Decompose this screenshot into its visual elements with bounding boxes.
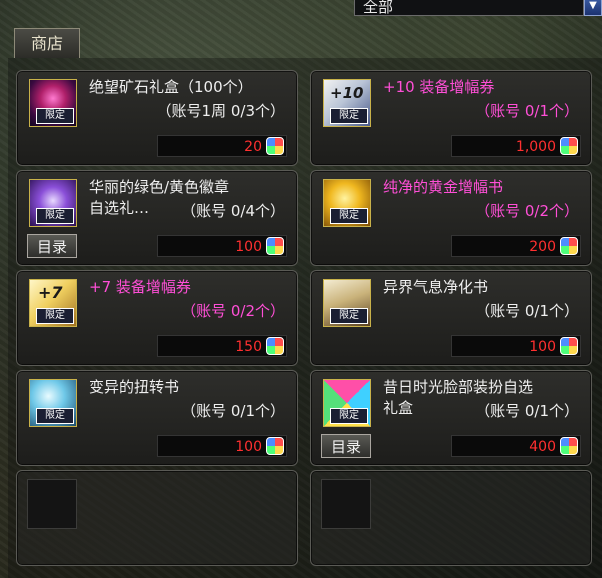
limited-badge: 限定 xyxy=(36,108,74,124)
empty-item-slot xyxy=(321,479,371,529)
shop-item-card[interactable]: 限定 绝望矿石礼盒（100个） （账号1周 0/3个） 20 xyxy=(16,70,298,166)
empty-item-slot xyxy=(27,479,77,529)
price-box: 20 xyxy=(157,135,287,157)
item-purchase-limit: （账号 0/2个） xyxy=(475,202,579,220)
price-box: 100 xyxy=(157,435,287,457)
limited-badge: 限定 xyxy=(330,308,368,324)
ceramic-coin-icon xyxy=(266,437,284,455)
limited-badge: 限定 xyxy=(330,108,368,124)
plus10-amplify-ticket-icon: +10 限定 xyxy=(323,79,371,127)
ceramic-coin-icon xyxy=(560,237,578,255)
item-price: 100 xyxy=(529,339,556,355)
item-price: 1,000 xyxy=(515,139,556,155)
limited-badge: 限定 xyxy=(36,308,74,324)
chevron-down-icon[interactable]: ▼ xyxy=(584,0,602,16)
ceramic-coin-icon xyxy=(266,337,284,355)
catalog-button[interactable]: 目录 xyxy=(321,434,371,458)
price-box: 400 xyxy=(451,435,581,457)
category-filter-select[interactable]: 全部 xyxy=(354,0,584,16)
price-box: 200 xyxy=(451,235,581,257)
price-box: 100 xyxy=(157,235,287,257)
item-purchase-limit: （账号 0/2个） xyxy=(181,302,285,320)
price-box: 100 xyxy=(451,335,581,357)
limited-badge: 限定 xyxy=(36,408,74,424)
item-name: +7 装备增幅券 xyxy=(89,278,191,296)
item-name: 纯净的黄金增幅书 xyxy=(383,178,504,196)
limited-badge: 限定 xyxy=(330,408,368,424)
item-name: +10 装备增幅券 xyxy=(383,78,495,96)
item-name: 变异的扭转书 xyxy=(89,378,180,396)
item-name: 绝望矿石礼盒（100个） xyxy=(89,78,253,96)
item-price: 400 xyxy=(529,439,556,455)
item-purchase-limit: （账号 0/1个） xyxy=(475,302,579,320)
gold-amplify-book-icon: 限定 xyxy=(323,179,371,227)
price-box: 1,000 xyxy=(451,135,581,157)
catalog-button[interactable]: 目录 xyxy=(27,234,77,258)
ceramic-coin-icon xyxy=(266,137,284,155)
emblem-box-icon: 限定 xyxy=(29,179,77,227)
twist-book-icon: 限定 xyxy=(29,379,77,427)
shop-item-card[interactable]: 限定 异界气息净化书 （账号 0/1个） 100 xyxy=(310,270,592,366)
item-price: 100 xyxy=(235,439,262,455)
item-name: 异界气息净化书 xyxy=(383,278,489,296)
item-purchase-limit: （账号 0/1个） xyxy=(181,402,285,420)
despair-ore-box-icon: 限定 xyxy=(29,79,77,127)
limited-badge: 限定 xyxy=(330,208,368,224)
ceramic-coin-icon xyxy=(266,237,284,255)
face-avatar-box-icon: 限定 xyxy=(323,379,371,427)
item-price: 100 xyxy=(235,239,262,255)
item-price: 200 xyxy=(529,239,556,255)
tab-shop[interactable]: 商店 xyxy=(14,28,80,58)
ceramic-coin-icon xyxy=(560,337,578,355)
shop-item-card[interactable]: 限定 变异的扭转书 （账号 0/1个） 100 xyxy=(16,370,298,466)
item-price: 150 xyxy=(235,339,262,355)
limited-badge: 限定 xyxy=(36,208,74,224)
empty-shop-slot xyxy=(16,470,298,566)
shop-panel: 限定 绝望矿石礼盒（100个） （账号1周 0/3个） 20 +10 限定 +1… xyxy=(8,58,602,578)
shop-item-card[interactable]: +7 限定 +7 装备增幅券 （账号 0/2个） 150 xyxy=(16,270,298,366)
ceramic-coin-icon xyxy=(560,437,578,455)
price-box: 150 xyxy=(157,335,287,357)
shop-item-card[interactable]: 限定 目录 昔日时光脸部装扮自选 礼盒 （账号 0/1个） 400 xyxy=(310,370,592,466)
plus7-amplify-ticket-icon: +7 限定 xyxy=(29,279,77,327)
item-price: 20 xyxy=(244,139,262,155)
item-purchase-limit: （账号 0/4个） xyxy=(181,202,285,220)
item-purchase-limit: （账号 0/1个） xyxy=(475,402,579,420)
purify-book-icon: 限定 xyxy=(323,279,371,327)
empty-shop-slot xyxy=(310,470,592,566)
ceramic-coin-icon xyxy=(560,137,578,155)
item-purchase-limit: （账号 0/1个） xyxy=(475,102,579,120)
item-purchase-limit: （账号1周 0/3个） xyxy=(156,102,285,120)
shop-item-card[interactable]: +10 限定 +10 装备增幅券 （账号 0/1个） 1,000 xyxy=(310,70,592,166)
shop-item-card[interactable]: 限定 纯净的黄金增幅书 （账号 0/2个） 200 xyxy=(310,170,592,266)
shop-item-card[interactable]: 限定 目录 华丽的绿色/黄色徽章 自选礼… （账号 0/4个） 100 xyxy=(16,170,298,266)
